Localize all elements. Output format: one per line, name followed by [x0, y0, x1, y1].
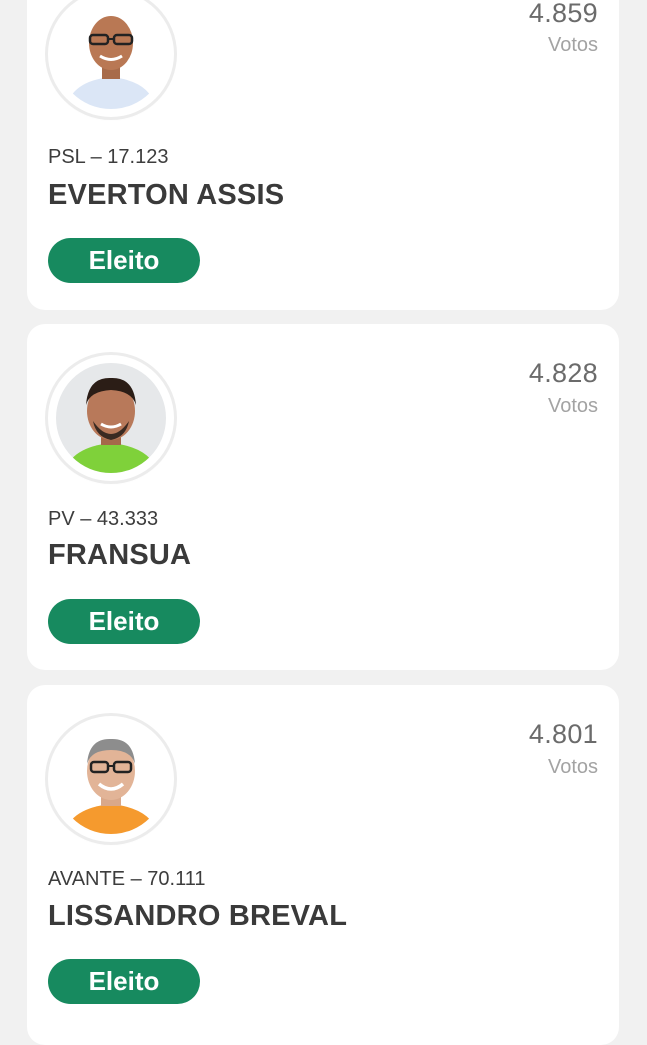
candidate-avatar — [48, 355, 174, 481]
votes-count: 4.859 — [528, 0, 598, 28]
candidate-card: 4.801 Votos AVANTE – 70.111 LISSANDRO BR… — [27, 685, 619, 1045]
status-badge: Eleito — [48, 599, 200, 644]
party-number: AVANTE – 70.111 — [48, 868, 206, 890]
votes-count: 4.828 — [528, 358, 598, 388]
candidate-photo — [56, 724, 166, 834]
candidate-name: LISSANDRO BREVAL — [48, 900, 348, 932]
candidate-avatar — [48, 0, 174, 117]
candidate-photo — [56, 0, 166, 109]
candidate-name: EVERTON ASSIS — [48, 179, 285, 211]
votes-label: Votos — [547, 34, 598, 56]
votes-label: Votos — [547, 395, 598, 417]
candidate-avatar — [48, 716, 174, 842]
candidate-name: FRANSUA — [48, 539, 192, 571]
votes-label: Votos — [547, 756, 598, 778]
status-badge: Eleito — [48, 959, 200, 1004]
status-badge: Eleito — [48, 238, 200, 283]
party-number: PV – 43.333 — [48, 508, 159, 530]
candidate-photo — [56, 363, 166, 473]
candidate-card: 4.828 Votos PV – 43.333 FRANSUA Eleito — [27, 324, 619, 670]
party-number: PSL – 17.123 — [48, 146, 169, 168]
candidate-card: 4.859 Votos PSL – 17.123 EVERTON ASSIS E… — [27, 0, 619, 310]
votes-count: 4.801 — [528, 719, 598, 749]
